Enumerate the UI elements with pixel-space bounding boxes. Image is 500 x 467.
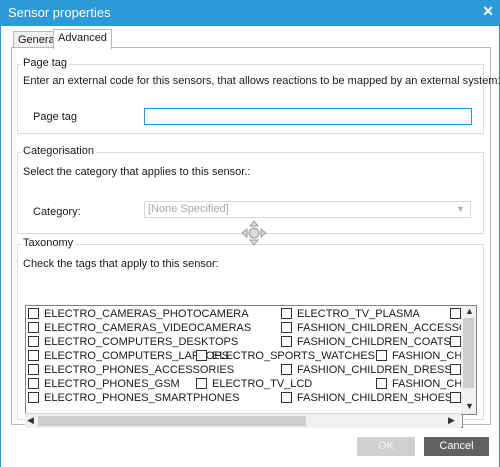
checkbox[interactable] (28, 391, 39, 403)
scroll-down-icon[interactable]: ▼ (465, 401, 474, 411)
checkbox[interactable] (196, 349, 207, 361)
checkbox[interactable] (376, 377, 387, 389)
checkbox[interactable] (281, 391, 292, 403)
close-icon[interactable]: ✕ (482, 3, 494, 20)
checkbox[interactable] (196, 377, 207, 389)
list-item[interactable]: FASHION_CHILD (376, 349, 462, 363)
tab-advanced[interactable]: Advanced (53, 29, 112, 49)
checkbox[interactable] (28, 321, 39, 333)
checkbox[interactable] (281, 307, 292, 319)
page-tag-description: Enter an external code for this sensors,… (23, 75, 500, 87)
list-item[interactable]: ELECTRO_PHONES_ACCESSORIES (28, 363, 234, 377)
taxonomy-description: Check the tags that apply to this sensor… (23, 258, 219, 270)
list-item[interactable]: ELECTRO_CAMERAS_VIDEOCAMERAS (28, 321, 251, 335)
checkbox[interactable] (28, 363, 39, 375)
checkbox[interactable] (376, 349, 387, 361)
checkbox[interactable] (281, 363, 292, 375)
taxonomy-legend: Taxonomy (21, 237, 76, 249)
cancel-button[interactable]: Cancel (424, 437, 489, 456)
horizontal-scrollbar[interactable]: ◀ ▶ (25, 413, 461, 428)
checkbox[interactable] (450, 307, 461, 319)
checkbox[interactable] (28, 335, 39, 347)
scroll-left-icon[interactable]: ◀ (27, 415, 34, 426)
list-item[interactable]: FASHION_CHILDREN_COATS (281, 335, 451, 349)
list-item[interactable]: ELECTRO_SPORTS_WATCHES (196, 349, 375, 363)
page-tag-input[interactable] (144, 108, 472, 125)
list-item[interactable]: ELECTRO_TV_LCD (196, 377, 312, 391)
window-title: Sensor properties (8, 5, 111, 20)
list-item[interactable]: ELECTRO_PHONES_GSM (28, 377, 180, 391)
checkbox[interactable] (28, 349, 39, 361)
list-item[interactable]: ELECTRO_COMPUTERS_DESKTOPS (28, 335, 238, 349)
vertical-scrollbar[interactable]: ▲ ▼ (461, 305, 477, 415)
move-cursor-icon (241, 220, 267, 246)
page-tag-legend: Page tag (21, 57, 70, 69)
taxonomy-group: Taxonomy Check the tags that apply to th… (17, 237, 484, 428)
ok-button[interactable]: OK (357, 437, 415, 456)
category-dropdown[interactable]: [None Specified] ▼ (144, 201, 471, 218)
list-item[interactable]: ELECTRO_CAMERAS_PHOTOCAMERA (28, 307, 249, 321)
list-item[interactable]: FASHION_CHILDREN_SHOES (281, 391, 452, 405)
page-tag-group: Page tag Enter an external code for this… (17, 57, 500, 134)
checkbox[interactable] (450, 335, 461, 347)
list-item[interactable]: FASHION_CHILDREN_ACCESSORIES (281, 321, 462, 335)
vertical-scroll-thumb[interactable] (463, 318, 474, 388)
categorisation-legend: Categorisation (21, 145, 96, 157)
category-label: Category: (33, 206, 81, 218)
categorisation-description: Select the category that applies to this… (23, 166, 251, 178)
list-item[interactable]: ELECTRO_TV_PLASMA (281, 307, 420, 321)
checkbox[interactable] (450, 363, 461, 375)
checkbox[interactable] (281, 321, 292, 333)
checkbox[interactable] (28, 307, 39, 319)
checkbox[interactable] (281, 335, 292, 347)
checkbox[interactable] (450, 391, 461, 403)
taxonomy-tag-list[interactable]: ELECTRO_CAMERAS_PHOTOCAMERA ELECTRO_CAME… (25, 305, 463, 428)
scroll-up-icon[interactable]: ▲ (465, 306, 474, 316)
list-item[interactable]: ELECTRO_PHONES_SMARTPHONES (28, 391, 239, 405)
title-bar: Sensor properties ✕ (0, 0, 500, 26)
list-item[interactable]: FASHION_CHILDREN_DRESSES (281, 363, 462, 377)
chevron-down-icon: ▼ (456, 204, 465, 214)
page-tag-label: Page tag (33, 111, 78, 123)
list-item[interactable]: FASHION_CHILD (376, 377, 462, 391)
checkbox[interactable] (28, 377, 39, 389)
horizontal-scroll-thumb[interactable] (38, 416, 306, 426)
scroll-right-icon[interactable]: ▶ (448, 415, 455, 426)
category-selected-value: [None Specified] (148, 203, 229, 215)
